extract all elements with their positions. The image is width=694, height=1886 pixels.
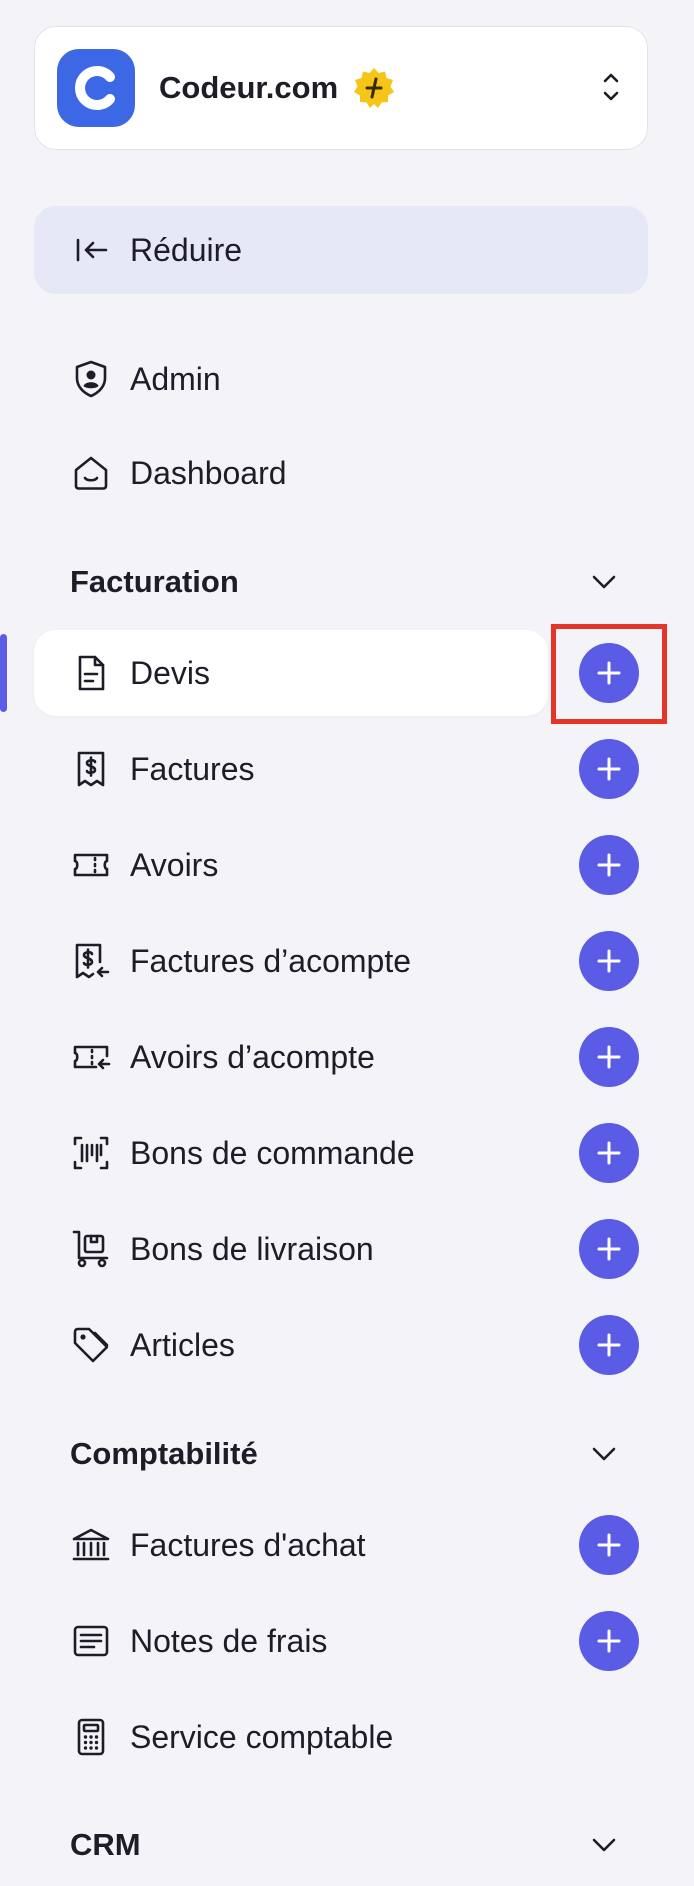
premium-badge-icon xyxy=(352,66,396,110)
sidebar-item-label: Factures d'achat xyxy=(130,1526,366,1563)
sidebar-item-bons-commande[interactable]: Bons de commande xyxy=(34,1110,548,1196)
sidebar-item-label: Avoirs xyxy=(130,846,219,883)
plus-icon xyxy=(597,1141,621,1165)
sidebar-item-articles[interactable]: Articles xyxy=(34,1302,548,1388)
plus-icon xyxy=(597,1533,621,1557)
collapse-label: Réduire xyxy=(130,231,243,268)
trolley-icon xyxy=(70,1228,112,1270)
sidebar-item-dashboard[interactable]: Dashboard xyxy=(34,430,548,516)
sidebar-item-bons-livraison[interactable]: Bons de livraison xyxy=(34,1206,548,1292)
sidebar-item-label: Factures xyxy=(130,750,255,787)
chevron-down-icon xyxy=(586,564,622,600)
sidebar-item-label: Factures d’acompte xyxy=(130,942,412,979)
workspace-switcher[interactable]: Codeur.com xyxy=(34,26,648,150)
receipt-dollar-arrow-icon xyxy=(70,940,112,982)
sidebar-item-label: Avoirs d’acompte xyxy=(130,1038,375,1075)
sidebar-item-avoirs[interactable]: Avoirs xyxy=(34,822,548,908)
add-avoir-button[interactable] xyxy=(579,835,639,895)
chevron-down-icon xyxy=(586,1436,622,1472)
chevron-down-icon xyxy=(586,1827,622,1863)
sidebar-item-notes-frais[interactable]: Notes de frais xyxy=(34,1598,548,1684)
receipt-dollar-icon xyxy=(70,748,112,790)
sidebar-item-admin[interactable]: Admin xyxy=(34,336,548,422)
plus-icon xyxy=(597,1045,621,1069)
home-icon xyxy=(70,452,112,494)
sidebar-item-factures-acompte[interactable]: Factures d’acompte xyxy=(34,918,548,1004)
sidebar-item-label: Devis xyxy=(130,654,211,691)
sidebar-item-factures[interactable]: Factures xyxy=(34,726,548,812)
section-facturation[interactable]: Facturation xyxy=(34,552,648,612)
section-crm[interactable]: CRM xyxy=(34,1815,648,1875)
active-indicator xyxy=(0,634,7,712)
sidebar-item-label: Notes de frais xyxy=(130,1622,328,1659)
shield-user-icon xyxy=(70,358,112,400)
sidebar-item-label: Articles xyxy=(130,1326,235,1363)
calculator-icon xyxy=(70,1716,112,1758)
ticket-icon xyxy=(70,844,112,886)
chevron-up-down-icon xyxy=(597,65,625,109)
barcode-scan-icon xyxy=(70,1132,112,1174)
sidebar-item-label: Dashboard xyxy=(130,454,287,491)
collapse-arrow-icon xyxy=(72,230,112,270)
plus-icon xyxy=(597,1629,621,1653)
plus-icon xyxy=(597,1333,621,1357)
add-facture-acompte-button[interactable] xyxy=(579,931,639,991)
section-title: CRM xyxy=(70,1827,141,1862)
sidebar-item-label: Bons de livraison xyxy=(130,1230,374,1267)
section-comptabilite[interactable]: Comptabilité xyxy=(34,1424,648,1484)
workspace-name: Codeur.com xyxy=(159,70,339,105)
codeur-logo-icon xyxy=(57,49,135,127)
collapse-button[interactable]: Réduire xyxy=(34,206,648,294)
add-facture-achat-button[interactable] xyxy=(579,1515,639,1575)
sidebar-item-avoirs-acompte[interactable]: Avoirs d’acompte xyxy=(34,1014,548,1100)
add-avoir-acompte-button[interactable] xyxy=(579,1027,639,1087)
sidebar-item-label: Admin xyxy=(130,360,221,397)
add-article-button[interactable] xyxy=(579,1315,639,1375)
add-facture-button[interactable] xyxy=(579,739,639,799)
bank-icon xyxy=(70,1524,112,1566)
tag-icon xyxy=(70,1324,112,1366)
plus-icon xyxy=(597,757,621,781)
highlight-box xyxy=(551,624,667,724)
sidebar-item-service-comptable[interactable]: Service comptable xyxy=(34,1694,548,1780)
section-title: Facturation xyxy=(70,564,239,599)
sidebar-item-devis[interactable]: Devis xyxy=(34,630,548,716)
sidebar-item-label: Service comptable xyxy=(130,1718,394,1755)
note-lines-icon xyxy=(70,1620,112,1662)
plus-icon xyxy=(597,949,621,973)
add-note-frais-button[interactable] xyxy=(579,1611,639,1671)
ticket-arrow-icon xyxy=(70,1036,112,1078)
sidebar-item-factures-achat[interactable]: Factures d'achat xyxy=(34,1502,548,1588)
plus-icon xyxy=(597,853,621,877)
section-title: Comptabilité xyxy=(70,1436,258,1471)
sidebar-item-label: Bons de commande xyxy=(130,1134,415,1171)
document-icon xyxy=(70,652,112,694)
add-bon-commande-button[interactable] xyxy=(579,1123,639,1183)
plus-icon xyxy=(597,1237,621,1261)
add-bon-livraison-button[interactable] xyxy=(579,1219,639,1279)
